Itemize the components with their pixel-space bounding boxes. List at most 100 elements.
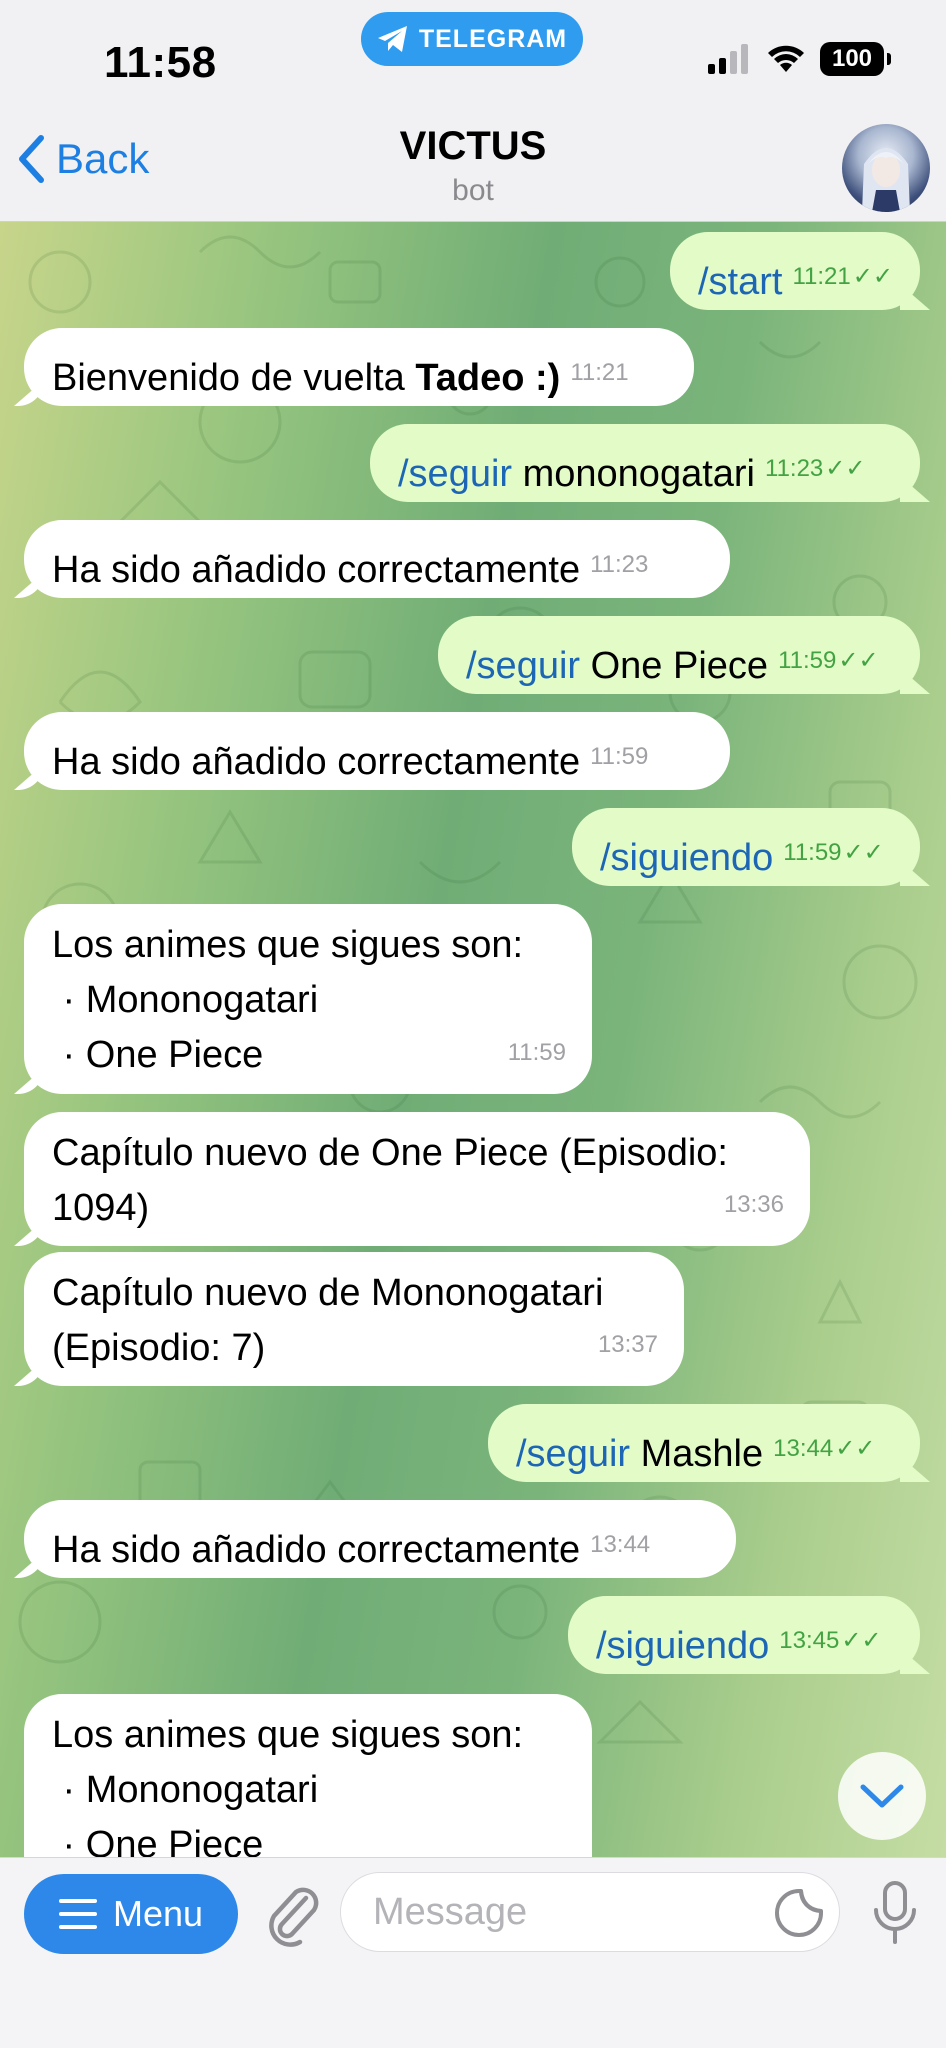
- message-line: Capítulo nuevo de Mononogatari: [52, 1272, 604, 1314]
- message-input[interactable]: [340, 1872, 840, 1952]
- chat-header: Back VICTUS bot: [0, 110, 946, 222]
- message-meta: 11:23 ✓✓: [755, 441, 866, 502]
- message-bubble-incoming[interactable]: Ha sido añadido correctamente 13:44: [24, 1500, 736, 1578]
- message-text: /siguiendo: [596, 1619, 769, 1674]
- chevron-down-icon: [860, 1784, 904, 1808]
- voice-record-button[interactable]: [870, 1880, 920, 1946]
- message-text: /seguir mononogatari: [398, 447, 755, 502]
- message-meta: 13:44 ✓✓: [763, 1421, 875, 1482]
- message-meta: 13:36: [714, 1177, 784, 1232]
- read-checkmarks-icon: ✓✓: [841, 1627, 882, 1654]
- status-time: 11:58: [104, 38, 217, 87]
- message-time: 11:59: [507, 1039, 566, 1066]
- message-time: 13:36: [723, 1191, 784, 1218]
- hamburger-menu-icon: [58, 1899, 97, 1929]
- message-meta: 13:37: [588, 1317, 658, 1372]
- read-checkmarks-icon: ✓✓: [825, 455, 866, 482]
- message-text: /siguiendo: [600, 831, 773, 886]
- avatar-illustration: [862, 148, 910, 212]
- bot-command-link[interactable]: /siguiendo: [600, 837, 773, 879]
- message-meta: 11:21 ✓✓: [782, 249, 893, 310]
- message-bubble-incoming[interactable]: Capítulo nuevo de Mononogatari (Episodio…: [24, 1252, 684, 1386]
- menu-label: Menu: [112, 1893, 204, 1934]
- message-text: /seguir One Piece: [466, 639, 768, 694]
- sticker-icon: [775, 1889, 823, 1937]
- message-bubble-incoming[interactable]: Los animes que sigues son: · Mononogatar…: [24, 904, 592, 1094]
- message-text: Bienvenido de vuelta Tadeo :): [52, 351, 560, 406]
- status-icons: 100: [708, 42, 891, 76]
- message-line: Los animes que sigues son:: [52, 924, 524, 966]
- message-line: 1094): [52, 1187, 150, 1229]
- message-time: 11:21: [792, 263, 851, 290]
- message-bubble-outgoing[interactable]: /seguir One Piece 11:59 ✓✓: [438, 616, 920, 694]
- microphone-icon: [874, 1881, 916, 1944]
- chat-title[interactable]: VICTUS: [0, 124, 946, 169]
- chat-area[interactable]: /start 11:21 ✓✓ Bienvenido de vuelta Tade…: [0, 222, 946, 1857]
- message-bubble-outgoing[interactable]: /siguiendo 13:45 ✓✓: [568, 1596, 920, 1674]
- message-text: Ha sido añadido correctamente: [52, 1529, 581, 1571]
- bot-command-link[interactable]: /seguir: [516, 1433, 630, 1475]
- message-meta: 11:23: [580, 537, 648, 598]
- message-text-plain: Bienvenido de vuelta: [52, 357, 416, 399]
- message-meta: 11:21: [560, 345, 628, 406]
- message-time: 11:21: [570, 359, 629, 386]
- bot-menu-button[interactable]: Menu: [24, 1874, 238, 1954]
- message-input-bar: Menu: [0, 1857, 946, 2048]
- message-text-plain: mononogatari: [512, 453, 755, 495]
- message-bubble-incoming[interactable]: Bienvenido de vuelta Tadeo :) 11:21: [24, 328, 694, 406]
- message-text-plain: Mashle: [630, 1433, 764, 1475]
- telegram-plane-icon: [377, 26, 407, 52]
- message-bubble-incoming[interactable]: Ha sido añadido correctamente 11:59: [24, 712, 730, 790]
- message-text: /seguir Mashle: [516, 1427, 763, 1482]
- message-text: Ha sido añadido correctamente: [52, 549, 581, 591]
- message-text: /start: [698, 255, 782, 310]
- message-bubble-outgoing[interactable]: /siguiendo 11:59 ✓✓: [572, 808, 920, 886]
- cellular-signal-icon: [708, 44, 748, 74]
- telegram-pill-label: TELEGRAM: [418, 24, 568, 53]
- list-item-anime: · Mononogatari: [52, 1769, 319, 1811]
- telegram-pill[interactable]: TELEGRAM: [361, 12, 583, 66]
- bot-command-link[interactable]: /siguiendo: [596, 1625, 769, 1667]
- message-line: Los animes que sigues son:: [52, 1714, 524, 1756]
- sticker-button[interactable]: [774, 1888, 824, 1938]
- message-time: 13:44: [773, 1435, 834, 1462]
- bot-avatar[interactable]: [842, 124, 930, 212]
- list-item-anime: · One Piece: [52, 1034, 264, 1076]
- message-bubble-incoming[interactable]: Ha sido añadido correctamente 11:23: [24, 520, 730, 598]
- message-meta: 11:59: [498, 1025, 566, 1080]
- message-time: 11:59: [778, 647, 837, 674]
- read-checkmarks-icon: ✓✓: [852, 263, 893, 290]
- message-meta: 11:59: [580, 729, 648, 790]
- message-time: 13:37: [597, 1331, 658, 1358]
- bot-command-link[interactable]: /seguir: [398, 453, 512, 495]
- paperclip-icon: [269, 1887, 319, 1947]
- message-time: 13:45: [779, 1627, 840, 1654]
- bot-command-link[interactable]: /start: [698, 261, 782, 303]
- read-checkmarks-icon: ✓✓: [843, 839, 884, 866]
- message-time: 11:59: [590, 743, 649, 770]
- wifi-icon: [768, 45, 804, 72]
- scroll-to-bottom-button[interactable]: [838, 1752, 926, 1840]
- message-bubble-incoming[interactable]: Los animes que sigues son: · Mononogatar…: [24, 1694, 592, 1857]
- read-checkmarks-icon: ✓✓: [835, 1435, 876, 1462]
- list-item-anime: · One Piece: [52, 1824, 264, 1857]
- message-text-plain: One Piece: [580, 645, 769, 687]
- message-meta: 11:59 ✓✓: [768, 633, 879, 694]
- message-bubble-outgoing[interactable]: /start 11:21 ✓✓: [670, 232, 920, 310]
- message-line: Capítulo nuevo de One Piece (Episodio:: [52, 1132, 728, 1174]
- message-bubble-outgoing[interactable]: /seguir mononogatari 11:23 ✓✓: [370, 424, 920, 502]
- status-bar: 11:58 TELEGRAM 100: [0, 0, 946, 110]
- battery-level: 100: [831, 45, 873, 72]
- message-meta: 13:44: [580, 1517, 650, 1578]
- message-time: 11:23: [590, 551, 649, 578]
- bot-command-link[interactable]: /seguir: [466, 645, 580, 687]
- battery-icon: 100: [820, 42, 891, 76]
- message-bubble-incoming[interactable]: Capítulo nuevo de One Piece (Episodio: 1…: [24, 1112, 810, 1246]
- message-bubble-outgoing[interactable]: /seguir Mashle 13:44 ✓✓: [488, 1404, 920, 1482]
- message-time: 11:59: [783, 839, 842, 866]
- list-item-anime: · Mononogatari: [52, 979, 319, 1021]
- attach-button[interactable]: [262, 1882, 322, 1948]
- message-meta: 13:45 ✓✓: [769, 1613, 881, 1674]
- chat-subtitle: bot: [452, 174, 494, 207]
- message-time: 11:23: [765, 455, 824, 482]
